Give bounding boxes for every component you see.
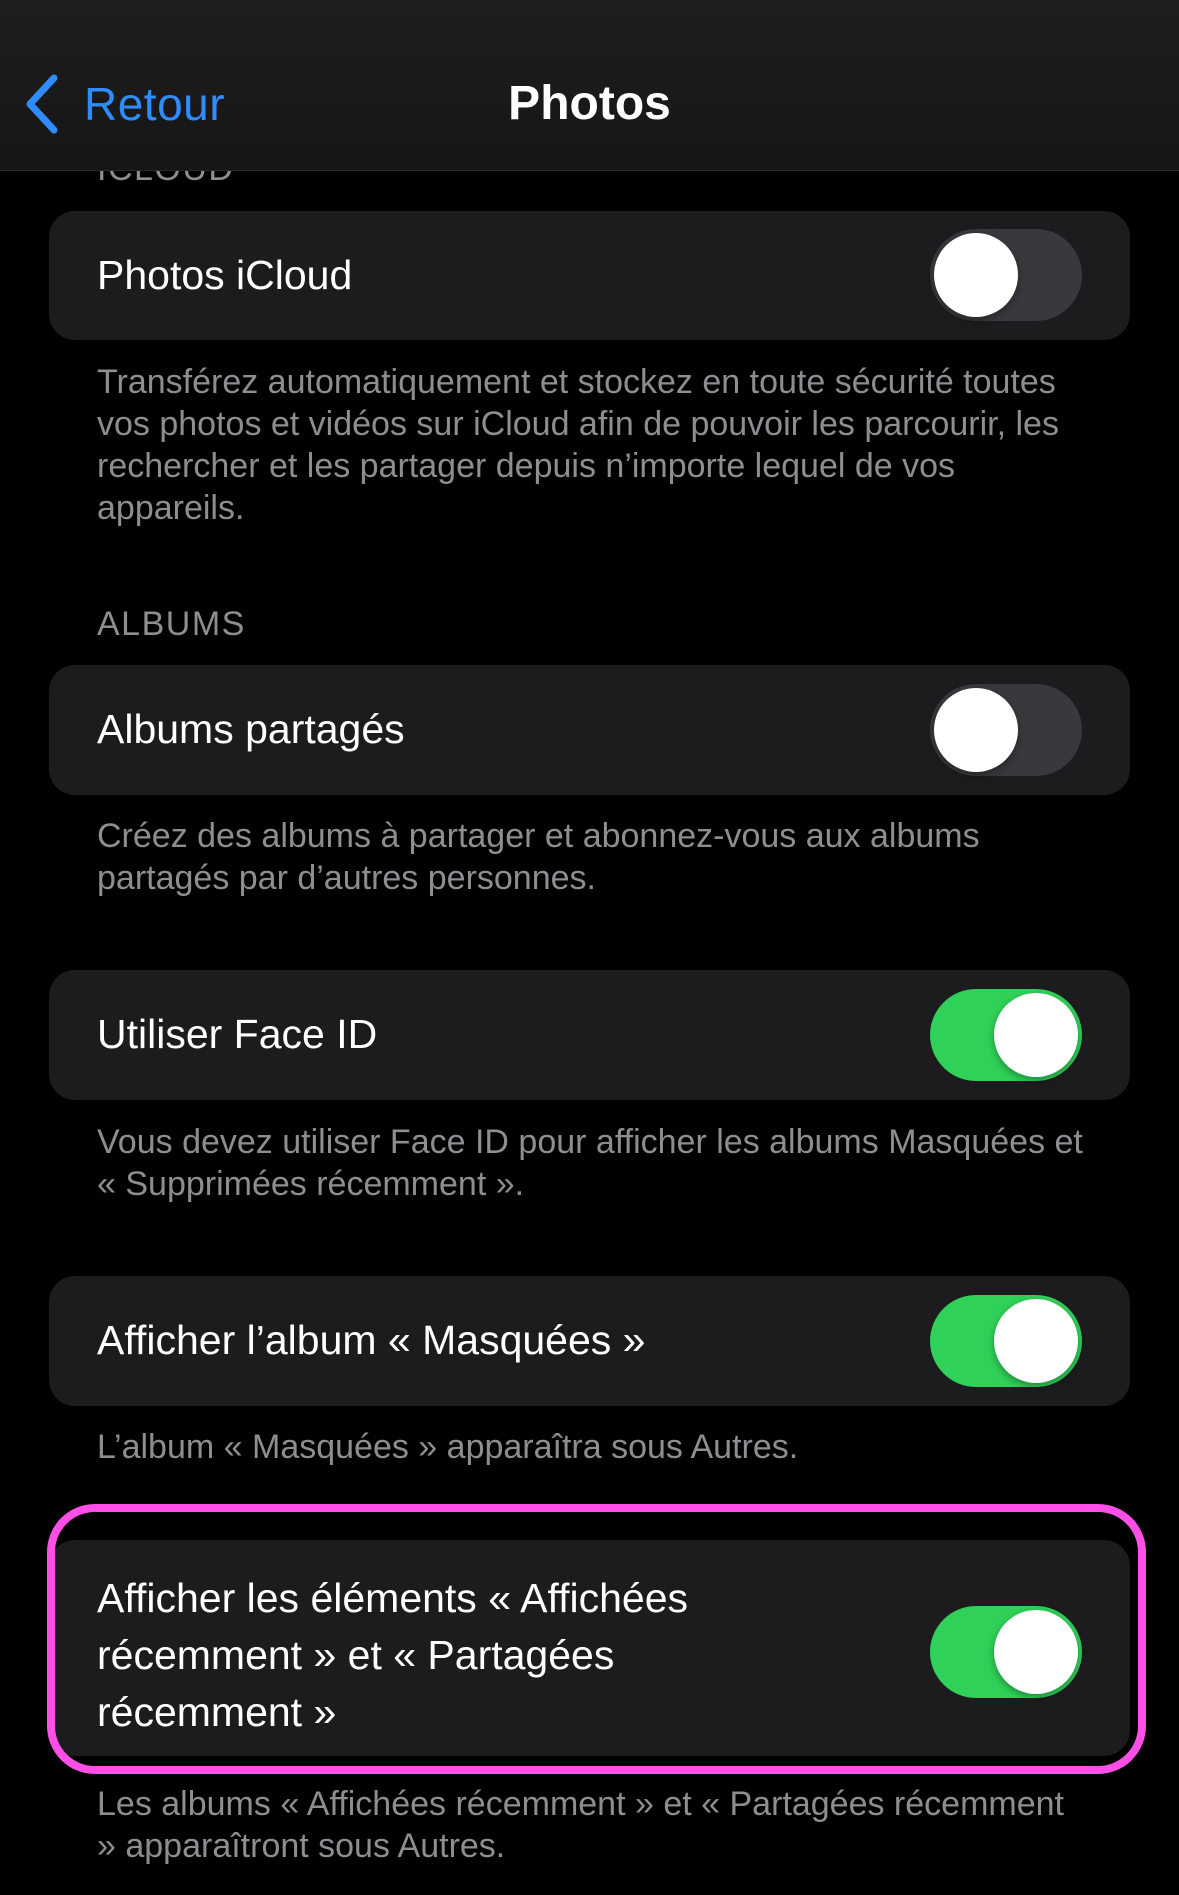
recent-items-footer: Les albums « Affichées récemment » et « … xyxy=(97,1785,1064,1865)
face-id-toggle[interactable] xyxy=(930,989,1082,1081)
recent-items-label: Afficher les éléments « Affichées récemm… xyxy=(97,1575,689,1735)
hidden-album-toggle[interactable] xyxy=(930,1295,1082,1387)
icloud-photos-footer: Transférez automatiquement et stockez en… xyxy=(97,363,1059,527)
shared-albums-toggle[interactable] xyxy=(930,684,1082,776)
recent-items-toggle[interactable] xyxy=(930,1606,1082,1698)
card-icloud-photos: Photos iCloud xyxy=(49,211,1130,340)
section-header-albums: ALBUMS xyxy=(97,605,246,643)
hidden-album-footer: L’album « Masquées » apparaîtra sous Aut… xyxy=(97,1428,799,1466)
card-hidden-album: Afficher l’album « Masquées » xyxy=(49,1276,1130,1406)
face-id-footer: Vous devez utiliser Face ID pour affiche… xyxy=(97,1123,1083,1203)
toggle-knob xyxy=(934,688,1018,772)
card-shared-albums: Albums partagés xyxy=(49,665,1130,795)
page-title: Photos xyxy=(508,77,671,130)
card-face-id: Utiliser Face ID xyxy=(49,970,1130,1100)
navigation-bar: Retour Photos xyxy=(0,0,1179,171)
toggle-knob xyxy=(994,993,1078,1077)
shared-albums-label: Albums partagés xyxy=(97,706,405,752)
toggle-knob xyxy=(994,1610,1078,1694)
face-id-label: Utiliser Face ID xyxy=(97,1011,378,1057)
icloud-photos-label: Photos iCloud xyxy=(97,252,353,298)
hidden-album-label: Afficher l’album « Masquées » xyxy=(97,1317,646,1363)
card-recent-items: Afficher les éléments « Affichées récemm… xyxy=(49,1540,1130,1756)
toggle-knob xyxy=(934,233,1018,317)
shared-albums-footer: Créez des albums à partager et abonnez-v… xyxy=(97,817,980,897)
toggle-knob xyxy=(994,1299,1078,1383)
icloud-photos-toggle[interactable] xyxy=(930,229,1082,321)
